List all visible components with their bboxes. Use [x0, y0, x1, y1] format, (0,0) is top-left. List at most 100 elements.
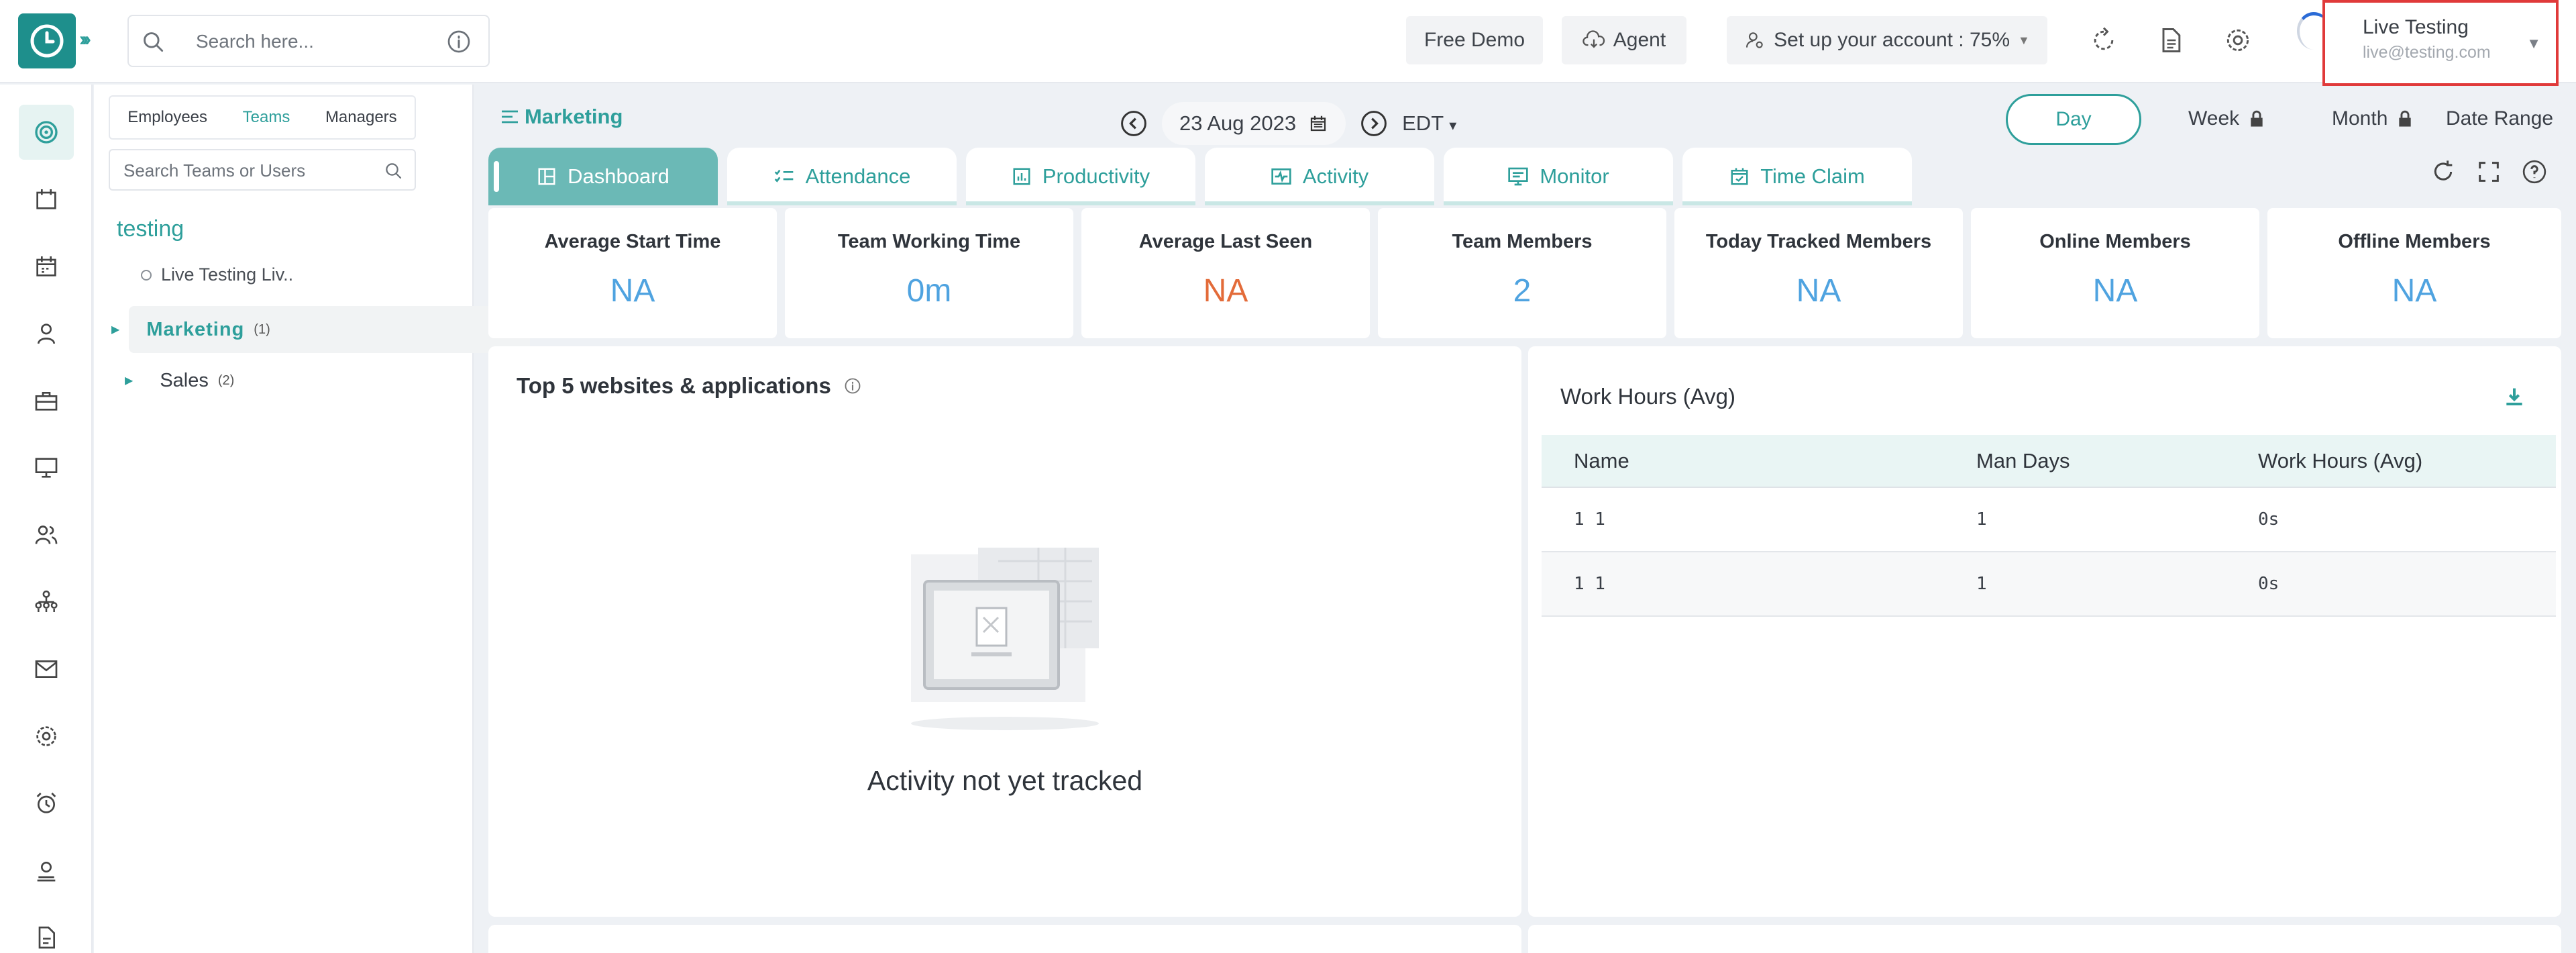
sidebar-item-employees[interactable] — [19, 306, 74, 361]
tree-group-marketing[interactable]: ▶ Marketing (1) — [111, 306, 530, 353]
tree-root-testing[interactable]: testing — [117, 216, 184, 242]
tab-dashboard[interactable]: Dashboard — [488, 148, 718, 205]
empty-state-text: Activity not yet tracked — [867, 765, 1143, 796]
column-header-man-days[interactable]: Man Days — [1944, 435, 2226, 488]
info-icon[interactable] — [445, 28, 472, 55]
sidebar-item-monitoring[interactable] — [19, 440, 74, 495]
stat-value: NA — [1796, 273, 1841, 309]
panel-title: Top 5 websites & applications — [517, 373, 862, 399]
help-icon[interactable] — [2521, 158, 2548, 185]
tab-activity[interactable]: Activity — [1205, 148, 1434, 205]
chevron-right-circle-icon[interactable] — [1359, 109, 1389, 138]
sidebar-item-reports[interactable] — [19, 910, 74, 953]
search-input[interactable] — [196, 28, 431, 55]
lock-icon — [2399, 110, 2412, 127]
sidebar-item-profile[interactable] — [19, 843, 74, 898]
range-week-button[interactable]: Week — [2188, 107, 2265, 130]
tree-group-count: (2) — [217, 372, 235, 388]
team-filter-tabs: Employees Teams Managers — [109, 95, 416, 140]
sidebar-item-messages[interactable] — [19, 642, 74, 697]
tab-teams[interactable]: Teams — [243, 108, 290, 127]
range-date-range-button[interactable]: Date Range — [2446, 107, 2553, 130]
timezone-select[interactable]: EDT ▾ — [1402, 111, 1456, 136]
download-icon[interactable] — [2501, 384, 2528, 411]
tab-productivity[interactable]: Productivity — [966, 148, 1195, 205]
top-bar: ››› Free Demo Agent Set up your account … — [0, 0, 2576, 86]
target-icon — [35, 121, 58, 144]
sidebar-item-calendar[interactable] — [19, 239, 74, 294]
column-header-work-hours[interactable]: Work Hours (Avg) — [2226, 435, 2556, 488]
stat-value: NA — [2392, 273, 2437, 309]
fullscreen-icon[interactable] — [2475, 158, 2502, 185]
stats-row: Average Start Time NA Team Working Time … — [488, 208, 2561, 338]
tab-monitor[interactable]: Monitor — [1444, 148, 1673, 205]
sidebar-item-projects[interactable] — [19, 373, 74, 428]
chevron-down-icon: ▼ — [2018, 33, 2030, 47]
date-label: 23 Aug 2023 — [1179, 111, 1297, 135]
gear-icon[interactable] — [2223, 26, 2253, 55]
tree-user-item[interactable]: Live Testing Liv.. — [141, 264, 293, 285]
work-hours-panel: Work Hours (Avg) Name Man Days Work Hour… — [1528, 346, 2561, 917]
checklist-icon — [774, 169, 793, 183]
tab-monitor-label: Monitor — [1540, 164, 1609, 188]
chevron-down-icon: ▼ — [2526, 35, 2541, 52]
app-logo[interactable] — [18, 13, 76, 68]
tab-underline — [1444, 201, 1673, 205]
work-hours-table: Name Man Days Work Hours (Avg) 1 1 1 0s … — [1542, 435, 2556, 617]
user-email: live@testing.com — [2363, 43, 2491, 62]
setup-account-label: Set up your account : 75% — [1774, 29, 2010, 51]
expand-sidebar-icon[interactable]: ››› — [79, 28, 91, 51]
range-date-range-label: Date Range — [2446, 107, 2554, 130]
sidebar-item-dashboard[interactable] — [19, 105, 74, 160]
briefcase-icon — [35, 392, 58, 411]
range-day-label: Day — [2055, 108, 2092, 130]
sidebar-item-organization[interactable] — [19, 574, 74, 630]
timezone-label: EDT — [1402, 111, 1444, 135]
cell-name: 1 1 — [1542, 487, 1944, 552]
tab-attendance[interactable]: Attendance — [727, 148, 957, 205]
refresh-icon[interactable] — [2430, 158, 2457, 185]
agent-button[interactable]: Agent — [1562, 16, 1686, 64]
stat-card-offline-members: Offline Members NA — [2267, 208, 2561, 338]
stat-label: Team Members — [1452, 231, 1593, 252]
user-menu[interactable]: Live Testing live@testing.com ▼ — [2322, 0, 2559, 86]
table-row[interactable]: 1 1 1 0s — [1542, 552, 2556, 617]
tab-managers[interactable]: Managers — [325, 108, 397, 127]
sidebar-item-settings[interactable] — [19, 709, 74, 764]
tree-group-label: Marketing — [146, 318, 245, 340]
chevron-left-circle-icon[interactable] — [1119, 109, 1148, 138]
cell-man-days: 1 — [1944, 487, 2226, 552]
sidebar-item-teams[interactable] — [19, 507, 74, 562]
cell-work-hours: 0s — [2226, 487, 2556, 552]
tab-employees[interactable]: Employees — [127, 108, 207, 127]
sidebar-item-timesheet[interactable] — [19, 172, 74, 227]
lower-right-panel — [1528, 925, 2561, 953]
team-search-input[interactable] — [123, 158, 378, 183]
caret-right-icon: ▶ — [125, 375, 133, 387]
activity-icon — [1271, 168, 1291, 185]
range-selector: Day Week Month Date Range — [2004, 94, 2563, 145]
sidebar-item-alarms[interactable] — [19, 776, 74, 831]
free-demo-button[interactable]: Free Demo — [1406, 16, 1543, 64]
breadcrumb[interactable]: Marketing — [499, 105, 623, 129]
info-icon[interactable] — [843, 377, 862, 395]
tree-group-sales[interactable]: ▶ Sales (2) — [111, 357, 234, 404]
tree-user-label: Live Testing Liv.. — [161, 264, 294, 285]
range-day-button[interactable]: Day — [2006, 94, 2141, 145]
stat-label: Today Tracked Members — [1705, 231, 1932, 252]
teams-panel: Employees Teams Managers testing Live Te… — [94, 85, 530, 953]
date-picker[interactable]: 23 Aug 2023 — [1162, 102, 1346, 145]
stat-label: Team Working Time — [837, 231, 1021, 252]
sync-icon[interactable] — [2089, 26, 2118, 55]
stat-label: Offline Members — [2338, 231, 2491, 252]
table-row[interactable]: 1 1 1 0s — [1542, 487, 2556, 552]
caret-right-icon: ▶ — [111, 324, 120, 336]
column-header-name[interactable]: Name — [1542, 435, 1944, 488]
tab-time-claim-label: Time Claim — [1760, 164, 1865, 188]
tab-time-claim[interactable]: Time Claim — [1682, 148, 1912, 205]
document-icon[interactable] — [2156, 26, 2186, 55]
setup-account-button[interactable]: Set up your account : 75% ▼ — [1727, 16, 2047, 64]
range-month-button[interactable]: Month — [2332, 107, 2413, 130]
top-websites-panel: Top 5 websites & applications Activity n… — [488, 346, 1521, 917]
stat-card-average-last-seen: Average Last Seen NA — [1081, 208, 1370, 338]
